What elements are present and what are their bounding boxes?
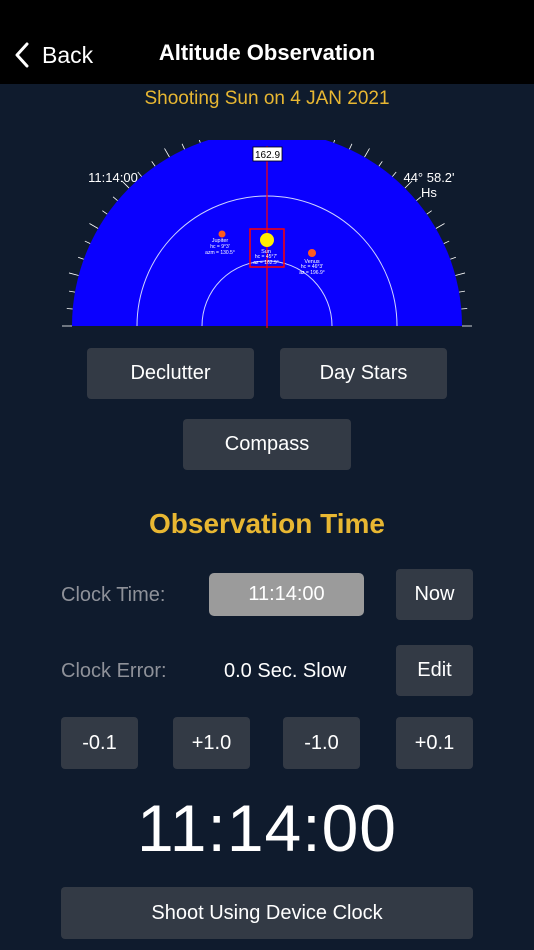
sun-line2: az = 162.9° xyxy=(253,260,279,266)
dial-tick xyxy=(197,136,201,143)
declutter-button[interactable]: Declutter xyxy=(87,348,254,399)
dial-tick xyxy=(102,210,108,215)
edit-button[interactable]: Edit xyxy=(396,645,473,696)
dial-tick xyxy=(151,161,156,167)
dial-altitude-label: 44° 58.2' xyxy=(403,170,454,185)
dial-tick xyxy=(333,136,337,143)
dial-tick xyxy=(455,272,466,276)
page-title: Altitude Observation xyxy=(158,40,376,65)
dial-altitude-unit: Hs xyxy=(421,185,437,200)
jupiter-line2: azm = 130.5° xyxy=(205,250,235,256)
venus-line2: az = 196.9° xyxy=(299,270,325,276)
dial-tick xyxy=(68,272,79,276)
observation-time-title: Observation Time xyxy=(148,508,385,539)
dial-tick xyxy=(181,143,185,150)
compass-button[interactable]: Compass xyxy=(183,419,351,470)
navigation-bar: Back Altitude Observation xyxy=(0,0,534,84)
jupiter-marker xyxy=(218,230,226,238)
dial-tick xyxy=(164,148,170,158)
sky-dial-graphic: 162.9 11:14:00 44° 58.2' Hs Jupiter hc =… xyxy=(62,121,472,328)
adjust-minus-1-0-button[interactable]: -1.0 xyxy=(283,717,360,769)
dial-tick xyxy=(392,171,397,177)
clock-time-field[interactable]: 11:14:00 xyxy=(209,573,364,616)
shooting-subtitle: Shooting Sun on 4 JAN 2021 xyxy=(144,88,390,109)
dial-tick xyxy=(137,171,142,177)
dial-tick xyxy=(461,308,468,310)
now-button[interactable]: Now xyxy=(396,569,473,620)
clock-time-label: Clock Time: xyxy=(61,584,166,606)
dial-tick xyxy=(458,290,466,293)
adjust-minus-0-1-button[interactable]: -0.1 xyxy=(61,717,138,769)
dial-time-label: 11:14:00 xyxy=(88,170,138,185)
device-clock-display: 11:14:00 xyxy=(136,791,397,865)
dial-tick xyxy=(112,196,118,201)
dial-tick xyxy=(349,143,353,150)
clock-error-value: 0.0 Sec. Slow xyxy=(224,660,347,682)
dial-tick xyxy=(77,256,84,260)
day-stars-button[interactable]: Day Stars xyxy=(280,348,447,399)
dial-tick xyxy=(66,308,73,310)
dial-tick xyxy=(450,256,457,260)
dial-tick xyxy=(378,161,383,167)
clock-error-label: Clock Error: xyxy=(61,660,167,682)
venus-marker xyxy=(308,249,316,257)
adjust-plus-1-0-button[interactable]: +1.0 xyxy=(173,717,250,769)
dial-tick xyxy=(426,210,432,215)
dial-tick xyxy=(364,148,370,158)
adjust-plus-0-1-button[interactable]: +0.1 xyxy=(396,717,473,769)
dial-tick xyxy=(443,240,450,244)
dial-tick xyxy=(68,290,76,293)
shoot-using-device-clock-button[interactable]: Shoot Using Device Clock xyxy=(61,887,473,939)
dial-tick xyxy=(84,240,91,244)
sky-dial[interactable]: 162.9 11:14:00 44° 58.2' Hs Jupiter hc =… xyxy=(60,121,474,340)
dial-tick xyxy=(89,223,99,229)
sun-marker xyxy=(260,233,274,247)
azimuth-readout: 162.9 xyxy=(255,150,280,161)
dial-tick xyxy=(435,223,445,229)
